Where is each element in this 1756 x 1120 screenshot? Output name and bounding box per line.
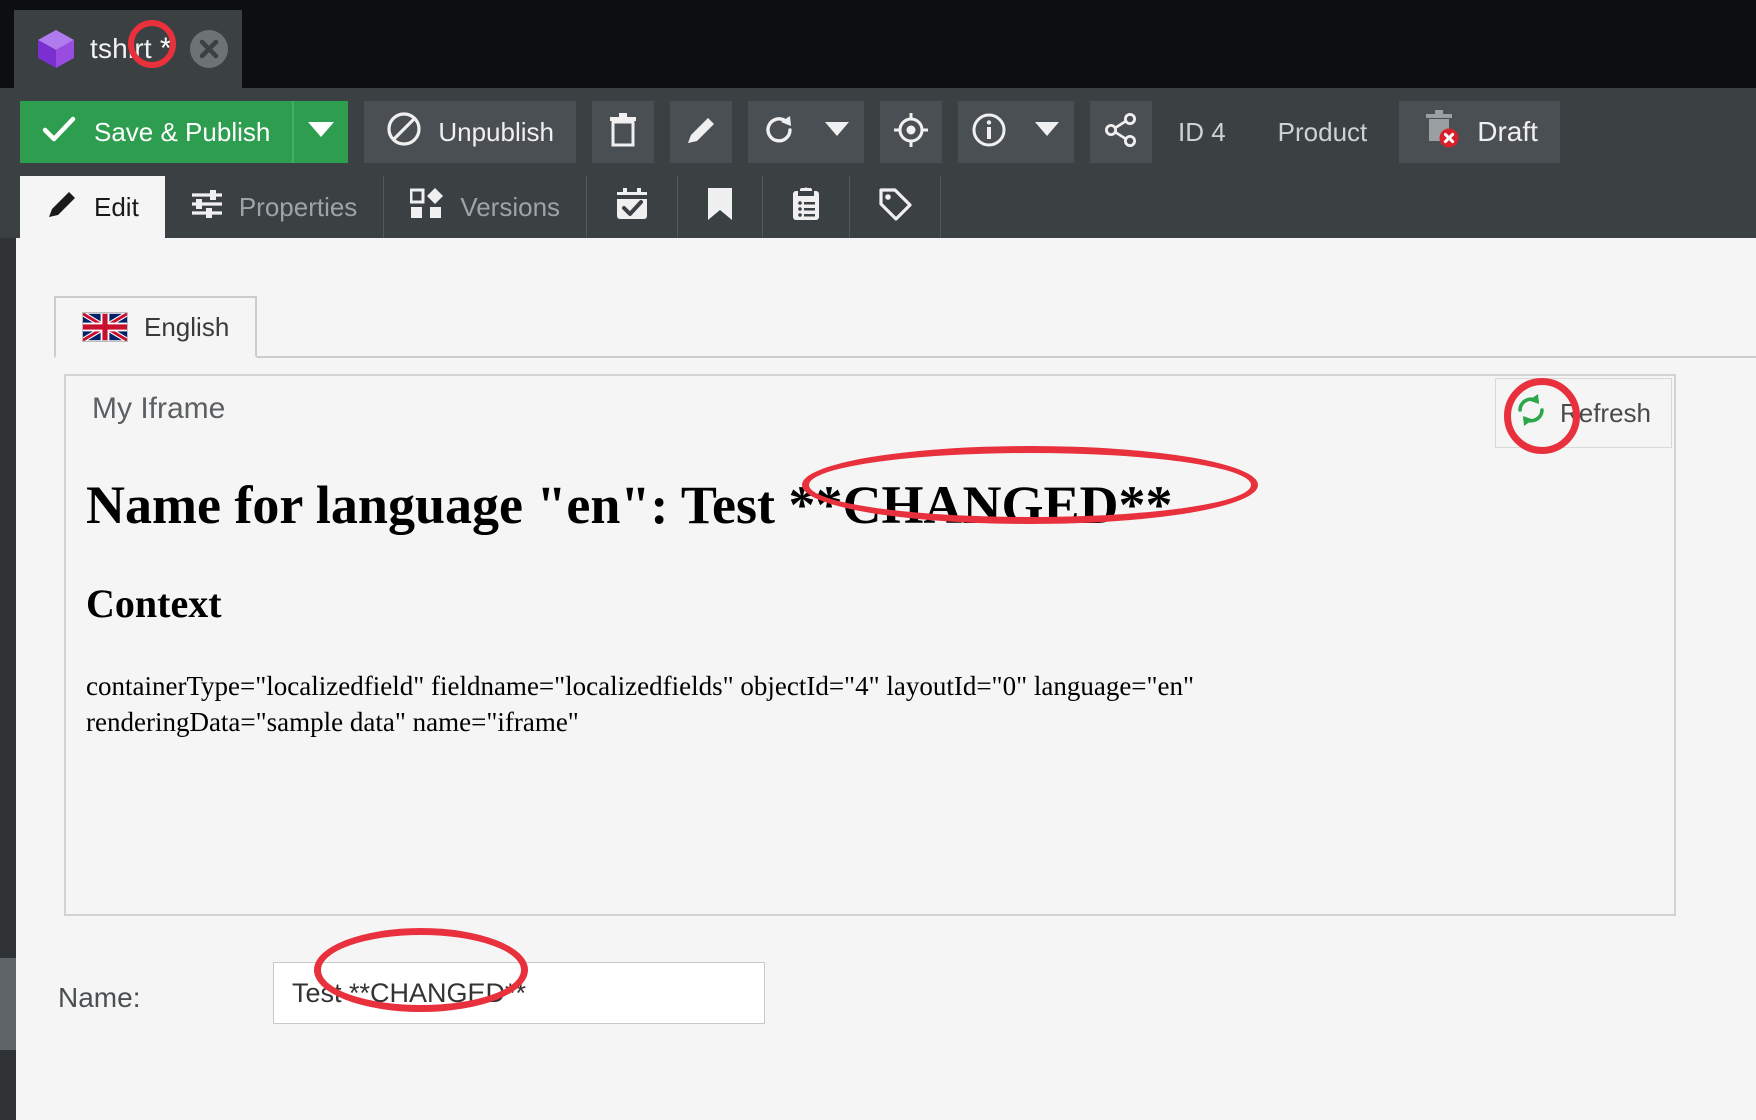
refresh-button-label: Refresh	[1560, 398, 1651, 429]
name-field-label: Name:	[58, 982, 140, 1014]
reload-icon	[763, 114, 795, 151]
language-tab-label: English	[144, 312, 229, 343]
chevron-down-icon	[308, 122, 334, 143]
status-badge-label: Draft	[1477, 116, 1538, 148]
language-tab-english[interactable]: English	[54, 296, 257, 358]
iframe-panel: My Iframe Refresh Name for language "en"…	[64, 374, 1676, 916]
chevron-down-icon	[1035, 122, 1059, 142]
main-toolbar: Save & Publish Unpublish	[0, 88, 1756, 176]
share-button[interactable]	[1090, 101, 1152, 163]
reload-menu-button[interactable]	[810, 101, 864, 163]
reload-button[interactable]	[748, 101, 810, 163]
info-menu-button[interactable]	[1020, 101, 1074, 163]
pencil-icon	[46, 188, 78, 227]
document-tab-tshirt[interactable]: tshirt *	[14, 10, 242, 88]
bookmark-icon	[706, 187, 734, 228]
language-tab-strip: English	[54, 296, 1756, 358]
iframe-subheading: Context	[86, 580, 1654, 627]
tab-tasks[interactable]	[763, 176, 850, 238]
close-icon[interactable]	[190, 30, 228, 68]
tab-properties-label: Properties	[239, 192, 358, 223]
object-id-label: ID 4	[1152, 117, 1252, 148]
iframe-panel-header: My Iframe Refresh	[66, 376, 1674, 450]
tab-versions-label: Versions	[460, 192, 560, 223]
info-icon	[971, 112, 1007, 153]
toolbar-spacer-7	[1074, 132, 1090, 133]
document-tab-label: tshirt	[90, 33, 152, 65]
tab-tags[interactable]	[850, 176, 941, 238]
rename-button[interactable]	[670, 101, 732, 163]
unpublish-button[interactable]: Unpublish	[364, 101, 576, 163]
sliders-icon	[191, 189, 223, 226]
document-tab-dirty-marker: *	[160, 32, 172, 66]
locate-button[interactable]	[880, 101, 942, 163]
uk-flag-icon	[82, 312, 128, 342]
toolbar-spacer-1	[348, 132, 364, 133]
editor-tab-strip: Edit Properties Versions	[0, 176, 1756, 238]
refresh-button[interactable]: Refresh	[1495, 378, 1672, 448]
tab-bookmark[interactable]	[678, 176, 763, 238]
info-button[interactable]	[958, 101, 1020, 163]
toolbar-spacer-3	[654, 132, 670, 133]
editor-content-area: English My Iframe Refresh Name for langu…	[0, 238, 1756, 1120]
no-entry-icon	[386, 111, 422, 154]
pencil-icon	[685, 114, 717, 151]
toolbar-spacer-5	[864, 132, 880, 133]
calendar-check-icon	[615, 187, 649, 228]
save-and-publish-button[interactable]: Save & Publish	[20, 101, 292, 163]
delete-button[interactable]	[592, 101, 654, 163]
tab-edit-label: Edit	[94, 192, 139, 223]
unpublish-label: Unpublish	[438, 117, 554, 148]
tab-edit[interactable]: Edit	[20, 176, 165, 238]
tab-versions[interactable]: Versions	[384, 176, 587, 238]
sync-icon	[1512, 391, 1550, 436]
iframe-heading: Name for language "en": Test **CHANGED**	[86, 474, 1654, 536]
cube-icon	[36, 28, 76, 70]
name-field-row: Name:	[0, 952, 1756, 1062]
iframe-context-text: containerType="localizedfield" fieldname…	[86, 669, 1376, 740]
save-and-publish-menu-button[interactable]	[292, 101, 348, 163]
check-icon	[42, 114, 76, 151]
trash-remove-icon	[1421, 109, 1461, 156]
toolbar-spacer-4	[732, 132, 748, 133]
window-tab-bar: tshirt *	[0, 0, 1756, 88]
target-icon	[893, 112, 929, 153]
share-icon	[1104, 113, 1138, 152]
blocks-icon	[410, 188, 444, 227]
status-badge-draft[interactable]: Draft	[1399, 101, 1560, 163]
clipboard-list-icon	[791, 187, 821, 228]
tab-properties[interactable]: Properties	[165, 176, 385, 238]
chevron-down-icon	[825, 122, 849, 142]
iframe-panel-title: My Iframe	[92, 392, 225, 426]
toolbar-spacer-2	[576, 132, 592, 133]
object-type-label: Product	[1252, 117, 1394, 148]
tag-icon	[878, 187, 912, 228]
iframe-rendered-content: Name for language "en": Test **CHANGED**…	[66, 450, 1674, 740]
toolbar-spacer-6	[942, 132, 958, 133]
save-and-publish-label: Save & Publish	[94, 117, 270, 148]
trash-icon	[608, 113, 638, 152]
tab-schedule[interactable]	[587, 176, 678, 238]
name-input[interactable]	[273, 962, 765, 1024]
